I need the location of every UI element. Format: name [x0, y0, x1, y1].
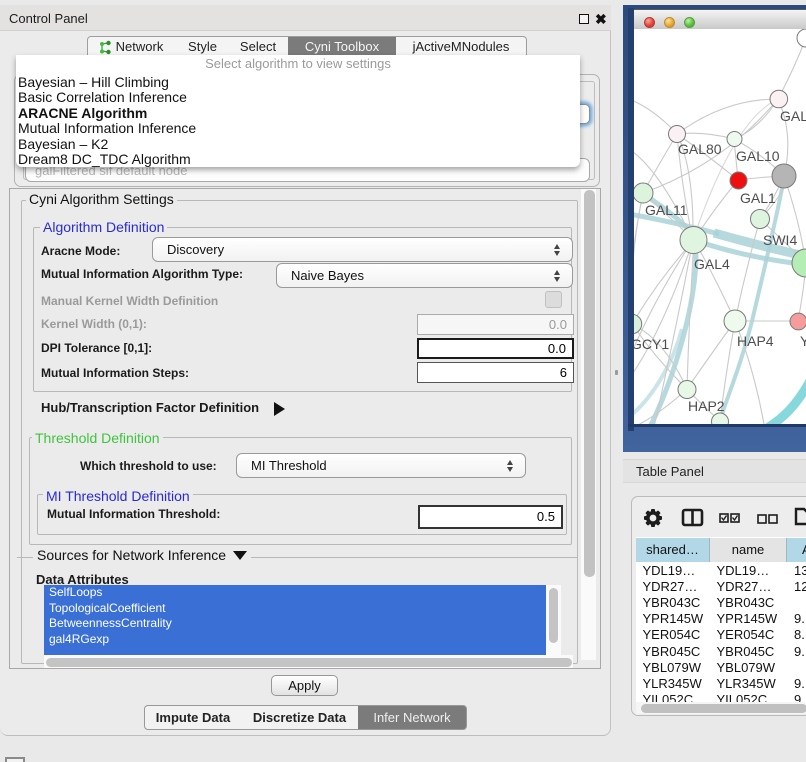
- svg-text:Y: Y: [800, 333, 806, 349]
- svg-text:GAL10: GAL10: [736, 148, 780, 164]
- svg-text:GAL3: GAL3: [780, 108, 806, 124]
- svg-text:GAL11: GAL11: [645, 202, 688, 218]
- svg-text:SWI4: SWI4: [763, 232, 797, 248]
- svg-text:GAL80: GAL80: [678, 141, 722, 157]
- svg-text:GCY1: GCY1: [634, 336, 669, 352]
- svg-text:GAL1: GAL1: [740, 190, 776, 206]
- svg-text:HAP4: HAP4: [737, 333, 774, 349]
- svg-text:GAL4: GAL4: [694, 256, 730, 272]
- svg-text:HAP2: HAP2: [688, 398, 725, 414]
